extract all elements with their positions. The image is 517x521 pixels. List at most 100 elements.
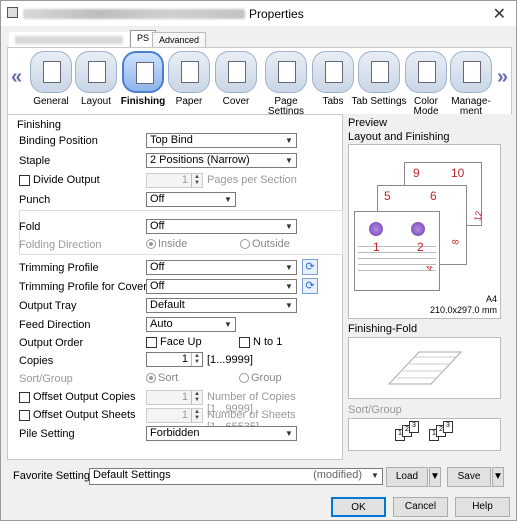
group-radio-label: Group	[251, 372, 282, 384]
load-button[interactable]: Load	[386, 467, 428, 487]
folding-inside-radio[interactable]	[146, 239, 156, 249]
finishing-fold-label: Finishing-Fold	[348, 323, 418, 335]
output-tray-label: Output Tray	[19, 300, 77, 312]
fold-select[interactable]: Off ▼	[146, 219, 297, 234]
printer-icon	[30, 51, 72, 93]
favorite-setting-label: Favorite Setting	[13, 470, 91, 482]
sort-radio[interactable]	[146, 373, 156, 383]
copies-stepper[interactable]: 1 ▲ ▼	[146, 352, 203, 367]
trimming-profile-cover-select[interactable]: Off ▼	[146, 279, 297, 294]
ribbon-layout-label: Layout	[80, 96, 112, 107]
tab-redacted[interactable]	[9, 32, 129, 48]
folding-outside-label: Outside	[252, 238, 290, 250]
paper-icon	[168, 51, 210, 93]
output-tray-select[interactable]: Default ▼	[146, 298, 297, 313]
page-number: 9	[413, 166, 420, 180]
chevron-down-icon: ▼	[285, 156, 293, 165]
refresh-icon[interactable]: ⟳	[302, 259, 318, 275]
favorite-modified-status: (modified)	[313, 469, 362, 481]
category-ribbon: « General Layout Finishing Paper Cover P…	[7, 47, 512, 117]
preview-sheet-front: 1 2	[354, 211, 440, 291]
management-icon	[450, 51, 492, 93]
chevron-down-icon: ▼	[285, 222, 293, 231]
page-number: 12	[472, 210, 484, 222]
ribbon-paper-button[interactable]: Paper	[164, 51, 214, 114]
folding-inside-label: Inside	[158, 238, 188, 250]
tabs-icon	[312, 51, 354, 93]
ribbon-prev-icon[interactable]: «	[11, 66, 22, 89]
folding-outside-radio[interactable]	[240, 239, 250, 249]
preview-label: Preview	[348, 117, 388, 129]
tab-settings-icon	[358, 51, 400, 93]
cover-icon	[215, 51, 257, 93]
layout-icon	[75, 51, 117, 93]
load-dropdown-icon[interactable]: ▼	[429, 467, 441, 487]
finishing-panel: Finishing Binding Position Top Bind ▼ Sta…	[7, 114, 343, 460]
page-number: 1	[373, 240, 380, 254]
punch-select[interactable]: Off ▼	[146, 192, 236, 207]
ok-button[interactable]: OK	[331, 497, 386, 517]
ribbon-next-icon[interactable]: »	[497, 66, 508, 89]
fold-preview-graphic	[387, 351, 463, 385]
group-radio[interactable]	[239, 373, 249, 383]
feed-direction-label: Feed Direction	[19, 319, 91, 331]
chevron-down-icon: ▼	[371, 471, 379, 480]
fold-label: Fold	[19, 221, 41, 233]
save-button[interactable]: Save	[447, 467, 491, 487]
page-settings-icon	[265, 51, 307, 93]
flower-graphic	[411, 222, 425, 236]
save-dropdown-icon[interactable]: ▼	[492, 467, 504, 487]
sort-radio-label: Sort	[158, 372, 179, 384]
offset-output-sheets-checkbox[interactable]	[19, 410, 30, 421]
chevron-down-icon: ▼	[224, 195, 232, 204]
fold-preview-box	[348, 337, 501, 399]
pile-setting-select[interactable]: Forbidden ▼	[146, 426, 297, 441]
color-mode-icon	[405, 51, 447, 93]
tab-advanced[interactable]: Advanced	[152, 32, 207, 48]
trimming-profile-cover-label: Trimming Profile for Cover	[19, 281, 147, 293]
ribbon-page-settings-button[interactable]: Page Settings	[258, 51, 314, 117]
face-up-label: Face Up	[160, 336, 202, 348]
ribbon-general-button[interactable]: General	[26, 51, 76, 114]
offset-output-sheets-label: Offset Output Sheets	[33, 409, 136, 421]
sort-page: 3	[409, 421, 419, 433]
title-bar: Properties ✕	[1, 1, 516, 26]
refresh-icon[interactable]: ⟳	[302, 278, 318, 294]
ribbon-color-mode-button[interactable]: Color Mode	[401, 51, 451, 117]
page-number: 6	[430, 189, 437, 203]
ribbon-management-button[interactable]: Manage-ment	[446, 51, 496, 117]
page-number: 5	[384, 189, 391, 203]
favorite-setting-select[interactable]: Default Settings (modified) ▼	[89, 468, 383, 485]
printer-name-redacted	[23, 9, 245, 19]
ribbon-tab-settings-label: Tab Settings	[351, 96, 407, 107]
page-number: 10	[451, 166, 465, 180]
chevron-down-icon: ▼	[285, 282, 293, 291]
divide-output-checkbox[interactable]	[19, 175, 30, 186]
n-to-1-checkbox[interactable]	[239, 337, 250, 348]
ribbon-finishing-button[interactable]: Finishing	[118, 51, 168, 114]
offset-sheets-stepper[interactable]: 1 ▲ ▼	[146, 408, 203, 423]
favorite-bar: Favorite Setting Default Settings (modif…	[7, 464, 512, 490]
offset-copies-stepper[interactable]: 1 ▲ ▼	[146, 390, 203, 405]
face-up-checkbox[interactable]	[146, 337, 157, 348]
help-button[interactable]: Help	[455, 497, 510, 517]
chevron-down-icon: ▼	[285, 429, 293, 438]
divide-output-label: Divide Output	[33, 174, 100, 186]
ribbon-cover-button[interactable]: Cover	[211, 51, 261, 114]
staple-label: Staple	[19, 155, 51, 167]
staple-select[interactable]: 2 Positions (Narrow) ▼	[146, 153, 297, 168]
preview-panel: Preview Layout and Finishing 9 10 5 6 1 …	[343, 114, 512, 460]
feed-direction-select[interactable]: Auto ▼	[146, 317, 236, 332]
ribbon-tab-settings-button[interactable]: Tab Settings	[351, 51, 407, 114]
trimming-profile-select[interactable]: Off ▼	[146, 260, 297, 275]
ribbon-general-label: General	[33, 96, 69, 107]
layout-preview-box: 9 10 5 6 1 2 12 8 4 A4 210.0x297.0 mm	[348, 144, 501, 319]
offset-output-copies-checkbox[interactable]	[19, 392, 30, 403]
divide-output-stepper[interactable]: 1 ▲ ▼	[146, 173, 203, 188]
binding-position-select[interactable]: Top Bind ▼	[146, 133, 297, 148]
cancel-button[interactable]: Cancel	[393, 497, 448, 517]
close-icon[interactable]: ✕	[493, 4, 506, 24]
ribbon-layout-button[interactable]: Layout	[71, 51, 121, 114]
output-order-label: Output Order	[19, 337, 84, 349]
copies-label: Copies	[19, 355, 54, 367]
